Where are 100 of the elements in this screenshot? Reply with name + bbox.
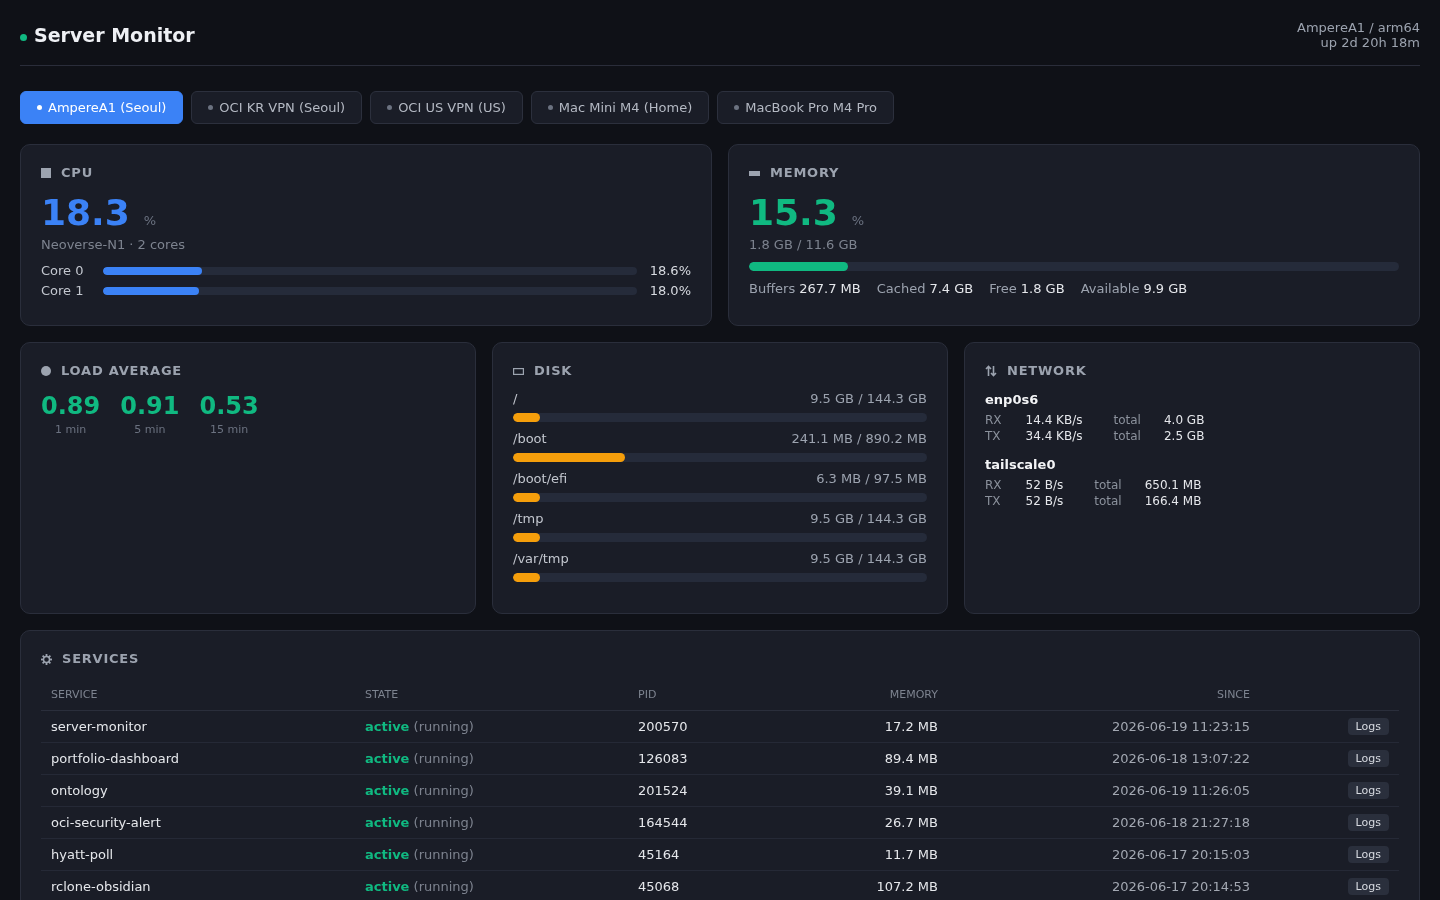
stat-label: Available bbox=[1080, 281, 1140, 297]
interface-name: enp0s6 bbox=[985, 392, 1040, 408]
load-period-label: 5 min bbox=[134, 423, 166, 436]
memory-usage-label: 1.8 GB / 11.6 GB bbox=[749, 237, 859, 253]
mount-path: /tmp bbox=[513, 511, 544, 527]
rectangle-icon bbox=[513, 367, 524, 375]
logs-button[interactable]: Logs bbox=[1347, 814, 1389, 831]
rate-value: 14.4 KB/s bbox=[1025, 412, 1084, 428]
direction-label: RX bbox=[985, 412, 1003, 428]
pid-cell: 45068 bbox=[628, 870, 808, 900]
core-usage-reading: 18.6% bbox=[648, 263, 691, 279]
service-state: active bbox=[365, 847, 410, 862]
total-value: 2.5 GB bbox=[1163, 428, 1205, 444]
rate-value: 52 B/s bbox=[1025, 493, 1065, 509]
service-state: active bbox=[365, 719, 410, 734]
service-state: active bbox=[365, 815, 410, 830]
logs-button[interactable]: Logs bbox=[1347, 718, 1389, 735]
stat-label: Cached bbox=[876, 281, 926, 297]
since-cell: 2026-06-19 11:26:05 bbox=[948, 774, 1260, 807]
memory-cell: 89.4 MB bbox=[808, 742, 948, 775]
direction-label: TX bbox=[985, 493, 1002, 509]
card-title: CPU bbox=[61, 165, 93, 181]
logs-button[interactable]: Logs bbox=[1347, 750, 1389, 767]
dot-icon bbox=[37, 105, 42, 110]
pid-cell: 45164 bbox=[628, 838, 808, 871]
unit-label: % bbox=[143, 213, 157, 229]
service-name: hyatt-poll bbox=[41, 838, 355, 871]
pid-cell: 201524 bbox=[628, 774, 808, 807]
load-value: 0.89 bbox=[41, 392, 101, 420]
since-cell: 2026-06-18 21:27:18 bbox=[948, 806, 1260, 839]
pid-cell: 126083 bbox=[628, 742, 808, 775]
logs-button[interactable]: Logs bbox=[1347, 846, 1389, 863]
dot-icon bbox=[387, 105, 393, 110]
since-cell: 2026-06-17 20:14:53 bbox=[948, 870, 1260, 900]
gear-icon bbox=[41, 653, 52, 665]
stat-value: 267.7 MB bbox=[799, 281, 861, 297]
memory-usage-value: 15.3 bbox=[749, 193, 838, 233]
column-header: PID bbox=[628, 679, 808, 711]
column-header: STATE bbox=[355, 679, 628, 711]
disk-usage-label: 9.5 GB / 144.3 GB bbox=[810, 391, 927, 407]
logs-button[interactable]: Logs bbox=[1347, 878, 1389, 895]
direction-label: RX bbox=[985, 477, 1003, 493]
core-label: Core 1 bbox=[41, 283, 85, 299]
disk-usage-label: 241.1 MB / 890.2 MB bbox=[791, 431, 927, 447]
load-period-label: 1 min bbox=[55, 423, 87, 436]
disk-usage-label: 6.3 MB / 97.5 MB bbox=[816, 471, 927, 487]
unit-label: % bbox=[851, 213, 865, 229]
total-value: 4.0 GB bbox=[1163, 412, 1205, 428]
service-name: oci-security-alert bbox=[41, 806, 355, 839]
mount-path: /boot/efi bbox=[513, 471, 568, 487]
card-title: DISK bbox=[534, 363, 573, 379]
service-substate: (running) bbox=[413, 719, 474, 734]
server-tab[interactable]: Mac Mini M4 (Home) bbox=[530, 91, 710, 124]
disk-usage-label: 9.5 GB / 144.3 GB bbox=[810, 511, 927, 527]
logs-button[interactable]: Logs bbox=[1347, 782, 1389, 799]
square-icon bbox=[41, 168, 51, 178]
card-title: LOAD AVERAGE bbox=[61, 363, 182, 379]
server-tab[interactable]: MacBook Pro M4 Pro bbox=[717, 91, 895, 124]
column-header: MEMORY bbox=[808, 679, 948, 711]
stat-value: 9.9 GB bbox=[1143, 281, 1188, 297]
service-substate: (running) bbox=[413, 815, 474, 830]
since-cell: 2026-06-17 20:15:03 bbox=[948, 838, 1260, 871]
memory-cell: 11.7 MB bbox=[808, 838, 948, 871]
service-substate: (running) bbox=[413, 847, 474, 862]
uptime-label: up 2d 20h 18m bbox=[1320, 35, 1420, 50]
dot-icon bbox=[208, 105, 214, 110]
stat-value: 7.4 GB bbox=[929, 281, 974, 297]
server-tab[interactable]: OCI US VPN (US) bbox=[370, 91, 523, 124]
cpu-usage-value: 18.3 bbox=[41, 193, 130, 233]
service-name: rclone-obsidian bbox=[41, 870, 355, 900]
since-cell: 2026-06-18 13:07:22 bbox=[948, 742, 1260, 775]
interface-name: tailscale0 bbox=[985, 457, 1057, 473]
card-title: MEMORY bbox=[770, 165, 840, 181]
service-substate: (running) bbox=[413, 783, 474, 798]
circle-icon bbox=[41, 366, 51, 376]
mount-path: /boot bbox=[513, 431, 547, 447]
card-title: NETWORK bbox=[1007, 363, 1087, 379]
load-value: 0.53 bbox=[199, 392, 259, 420]
cpu-model-label: Neoverse-N1 · 2 cores bbox=[41, 237, 186, 253]
dot-icon bbox=[547, 105, 553, 110]
total-label: total bbox=[1094, 477, 1123, 493]
server-tab[interactable]: OCI KR VPN (Seoul) bbox=[191, 91, 363, 124]
rate-value: 34.4 KB/s bbox=[1025, 428, 1084, 444]
arrows-icon bbox=[985, 365, 997, 377]
server-tab[interactable]: AmpereA1 (Seoul) bbox=[20, 91, 184, 124]
total-label: total bbox=[1113, 412, 1142, 428]
memory-cell: 17.2 MB bbox=[808, 710, 948, 743]
pid-cell: 200570 bbox=[628, 710, 808, 743]
load-value: 0.91 bbox=[120, 392, 180, 420]
mount-path: /var/tmp bbox=[513, 551, 569, 567]
service-name: ontology bbox=[41, 774, 355, 807]
pid-cell: 164544 bbox=[628, 806, 808, 839]
service-substate: (running) bbox=[413, 879, 474, 894]
app-title: Server Monitor bbox=[34, 23, 195, 48]
stat-label: Buffers bbox=[749, 281, 796, 297]
rate-value: 52 B/s bbox=[1025, 477, 1065, 493]
total-value: 650.1 MB bbox=[1144, 477, 1202, 493]
service-substate: (running) bbox=[413, 751, 474, 766]
since-cell: 2026-06-19 11:23:15 bbox=[948, 710, 1260, 743]
direction-label: TX bbox=[985, 428, 1002, 444]
